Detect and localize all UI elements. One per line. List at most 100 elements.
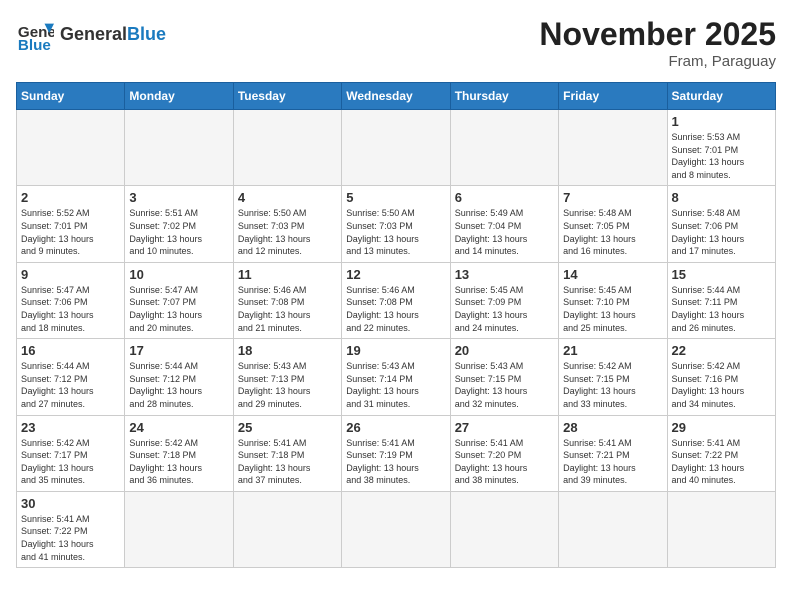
calendar-cell bbox=[125, 110, 233, 186]
calendar-cell bbox=[450, 110, 558, 186]
logo-text: GeneralBlue bbox=[60, 25, 166, 45]
day-number: 25 bbox=[238, 420, 337, 435]
day-number: 19 bbox=[346, 343, 445, 358]
calendar-cell: 12 Sunrise: 5:46 AMSunset: 7:08 PMDayligh… bbox=[342, 262, 450, 338]
day-number: 29 bbox=[672, 420, 771, 435]
calendar-cell: 26 Sunrise: 5:41 AMSunset: 7:19 PMDayligh… bbox=[342, 415, 450, 491]
day-info: Sunrise: 5:44 AMSunset: 7:12 PMDaylight:… bbox=[129, 360, 228, 410]
day-number: 20 bbox=[455, 343, 554, 358]
calendar-cell: 25 Sunrise: 5:41 AMSunset: 7:18 PMDayligh… bbox=[233, 415, 341, 491]
day-info: Sunrise: 5:48 AMSunset: 7:05 PMDaylight:… bbox=[563, 207, 662, 257]
calendar-cell: 16 Sunrise: 5:44 AMSunset: 7:12 PMDayligh… bbox=[17, 339, 125, 415]
weekday-header-wednesday: Wednesday bbox=[342, 83, 450, 110]
day-info: Sunrise: 5:46 AMSunset: 7:08 PMDaylight:… bbox=[346, 284, 445, 334]
day-number: 3 bbox=[129, 190, 228, 205]
svg-text:Blue: Blue bbox=[18, 37, 51, 54]
weekday-header-friday: Friday bbox=[559, 83, 667, 110]
day-number: 17 bbox=[129, 343, 228, 358]
calendar-cell bbox=[342, 491, 450, 567]
calendar-cell bbox=[233, 110, 341, 186]
calendar-cell: 20 Sunrise: 5:43 AMSunset: 7:15 PMDayligh… bbox=[450, 339, 558, 415]
month-title: November 2025 bbox=[539, 16, 776, 53]
weekday-header-monday: Monday bbox=[125, 83, 233, 110]
day-info: Sunrise: 5:44 AMSunset: 7:11 PMDaylight:… bbox=[672, 284, 771, 334]
weekday-header-saturday: Saturday bbox=[667, 83, 775, 110]
day-number: 22 bbox=[672, 343, 771, 358]
day-number: 16 bbox=[21, 343, 120, 358]
day-info: Sunrise: 5:42 AMSunset: 7:17 PMDaylight:… bbox=[21, 437, 120, 487]
day-number: 15 bbox=[672, 267, 771, 282]
calendar-cell bbox=[233, 491, 341, 567]
calendar-cell bbox=[450, 491, 558, 567]
day-info: Sunrise: 5:49 AMSunset: 7:04 PMDaylight:… bbox=[455, 207, 554, 257]
calendar-cell: 10 Sunrise: 5:47 AMSunset: 7:07 PMDayligh… bbox=[125, 262, 233, 338]
calendar-cell: 23 Sunrise: 5:42 AMSunset: 7:17 PMDayligh… bbox=[17, 415, 125, 491]
day-number: 14 bbox=[563, 267, 662, 282]
calendar-cell: 2Sunrise: 5:52 AMSunset: 7:01 PMDaylight… bbox=[17, 186, 125, 262]
day-info: Sunrise: 5:50 AMSunset: 7:03 PMDaylight:… bbox=[346, 207, 445, 257]
day-number: 13 bbox=[455, 267, 554, 282]
day-info: Sunrise: 5:41 AMSunset: 7:19 PMDaylight:… bbox=[346, 437, 445, 487]
calendar-cell: 8 Sunrise: 5:48 AMSunset: 7:06 PMDaylight… bbox=[667, 186, 775, 262]
calendar-cell: 5 Sunrise: 5:50 AMSunset: 7:03 PMDaylight… bbox=[342, 186, 450, 262]
day-info: Sunrise: 5:43 AMSunset: 7:15 PMDaylight:… bbox=[455, 360, 554, 410]
day-number: 5 bbox=[346, 190, 445, 205]
day-number: 30 bbox=[21, 496, 120, 511]
day-info: Sunrise: 5:45 AMSunset: 7:10 PMDaylight:… bbox=[563, 284, 662, 334]
logo-icon: General Blue bbox=[16, 16, 54, 54]
day-info: Sunrise: 5:43 AMSunset: 7:14 PMDaylight:… bbox=[346, 360, 445, 410]
calendar-cell bbox=[559, 491, 667, 567]
day-info: Sunrise: 5:51 AMSunset: 7:02 PMDaylight:… bbox=[129, 207, 228, 257]
day-number: 26 bbox=[346, 420, 445, 435]
day-info: Sunrise: 5:45 AMSunset: 7:09 PMDaylight:… bbox=[455, 284, 554, 334]
day-number: 12 bbox=[346, 267, 445, 282]
day-number: 23 bbox=[21, 420, 120, 435]
day-number: 9 bbox=[21, 267, 120, 282]
day-info: Sunrise: 5:41 AMSunset: 7:20 PMDaylight:… bbox=[455, 437, 554, 487]
day-number: 24 bbox=[129, 420, 228, 435]
calendar-cell: 13 Sunrise: 5:45 AMSunset: 7:09 PMDayligh… bbox=[450, 262, 558, 338]
calendar-cell: 4Sunrise: 5:50 AMSunset: 7:03 PMDaylight… bbox=[233, 186, 341, 262]
day-number: 7 bbox=[563, 190, 662, 205]
day-info: Sunrise: 5:53 AMSunset: 7:01 PMDaylight:… bbox=[672, 131, 771, 181]
day-number: 21 bbox=[563, 343, 662, 358]
day-number: 10 bbox=[129, 267, 228, 282]
day-info: Sunrise: 5:43 AMSunset: 7:13 PMDaylight:… bbox=[238, 360, 337, 410]
calendar-cell: 27Sunrise: 5:41 AMSunset: 7:20 PMDayligh… bbox=[450, 415, 558, 491]
calendar-cell bbox=[342, 110, 450, 186]
calendar-cell: 29 Sunrise: 5:41 AMSunset: 7:22 PMDayligh… bbox=[667, 415, 775, 491]
day-number: 28 bbox=[563, 420, 662, 435]
page-header: General Blue GeneralBlue November 2025 F… bbox=[16, 16, 776, 70]
day-info: Sunrise: 5:42 AMSunset: 7:18 PMDaylight:… bbox=[129, 437, 228, 487]
day-info: Sunrise: 5:44 AMSunset: 7:12 PMDaylight:… bbox=[21, 360, 120, 410]
weekday-header-row: SundayMondayTuesdayWednesdayThursdayFrid… bbox=[17, 83, 776, 110]
calendar-cell: 6Sunrise: 5:49 AMSunset: 7:04 PMDaylight… bbox=[450, 186, 558, 262]
calendar-cell: 1 Sunrise: 5:53 AMSunset: 7:01 PMDaylight… bbox=[667, 110, 775, 186]
calendar-cell: 7 Sunrise: 5:48 AMSunset: 7:05 PMDaylight… bbox=[559, 186, 667, 262]
calendar-cell bbox=[559, 110, 667, 186]
weekday-header-tuesday: Tuesday bbox=[233, 83, 341, 110]
location: Fram, Paraguay bbox=[539, 53, 776, 70]
day-info: Sunrise: 5:47 AMSunset: 7:06 PMDaylight:… bbox=[21, 284, 120, 334]
calendar-cell: 22Sunrise: 5:42 AMSunset: 7:16 PMDayligh… bbox=[667, 339, 775, 415]
calendar-cell: 24 Sunrise: 5:42 AMSunset: 7:18 PMDayligh… bbox=[125, 415, 233, 491]
calendar-cell: 21Sunrise: 5:42 AMSunset: 7:15 PMDayligh… bbox=[559, 339, 667, 415]
calendar-cell: 11Sunrise: 5:46 AMSunset: 7:08 PMDayligh… bbox=[233, 262, 341, 338]
day-number: 1 bbox=[672, 114, 771, 129]
calendar-cell bbox=[125, 491, 233, 567]
day-info: Sunrise: 5:48 AMSunset: 7:06 PMDaylight:… bbox=[672, 207, 771, 257]
calendar-cell: 15 Sunrise: 5:44 AMSunset: 7:11 PMDayligh… bbox=[667, 262, 775, 338]
title-block: November 2025 Fram, Paraguay bbox=[539, 16, 776, 70]
calendar-cell: 3 Sunrise: 5:51 AMSunset: 7:02 PMDaylight… bbox=[125, 186, 233, 262]
day-info: Sunrise: 5:41 AMSunset: 7:18 PMDaylight:… bbox=[238, 437, 337, 487]
day-info: Sunrise: 5:41 AMSunset: 7:22 PMDaylight:… bbox=[672, 437, 771, 487]
calendar-table: SundayMondayTuesdayWednesdayThursdayFrid… bbox=[16, 82, 776, 568]
day-info: Sunrise: 5:47 AMSunset: 7:07 PMDaylight:… bbox=[129, 284, 228, 334]
day-number: 2 bbox=[21, 190, 120, 205]
day-number: 8 bbox=[672, 190, 771, 205]
weekday-header-sunday: Sunday bbox=[17, 83, 125, 110]
day-info: Sunrise: 5:41 AMSunset: 7:21 PMDaylight:… bbox=[563, 437, 662, 487]
calendar-cell: 14 Sunrise: 5:45 AMSunset: 7:10 PMDayligh… bbox=[559, 262, 667, 338]
calendar-cell bbox=[667, 491, 775, 567]
day-number: 18 bbox=[238, 343, 337, 358]
